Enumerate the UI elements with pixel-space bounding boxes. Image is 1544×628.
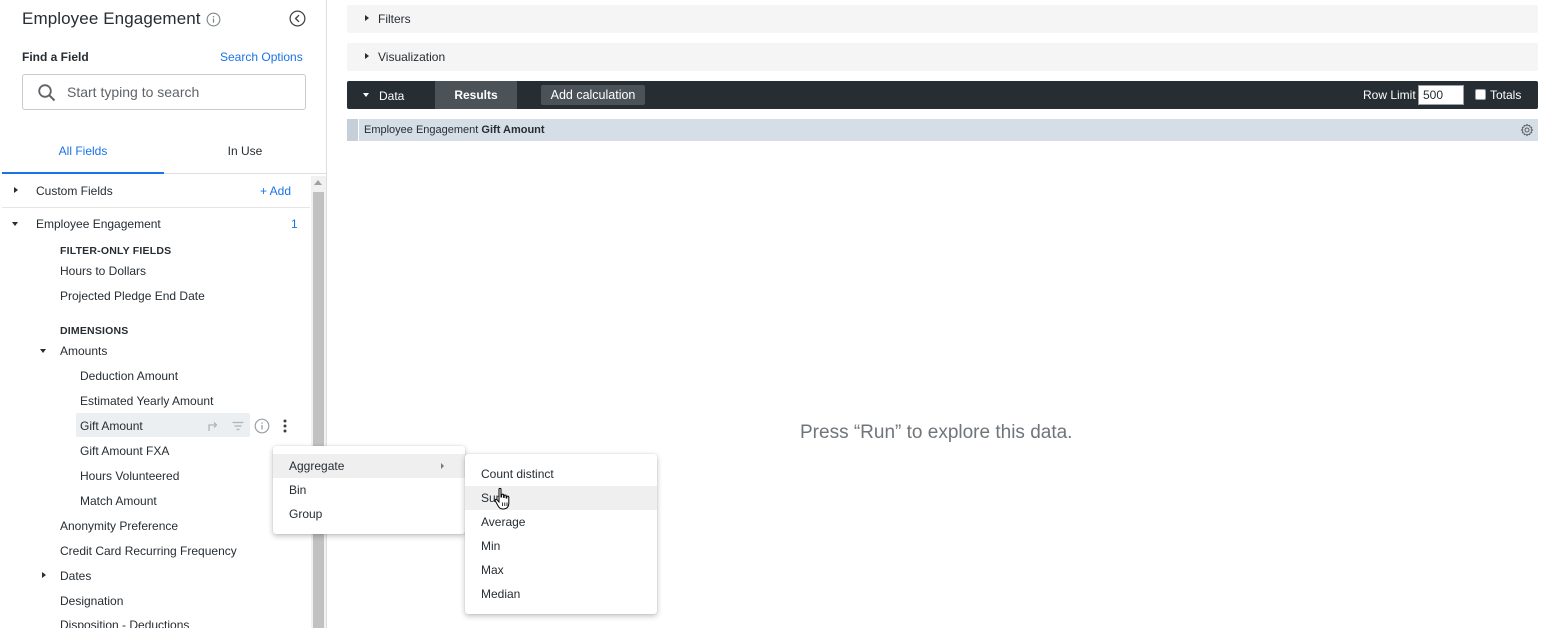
field-projected-pledge-end-date[interactable]: Projected Pledge End Date	[60, 289, 205, 303]
filters-section[interactable]: Filters	[347, 5, 1538, 33]
field-deduction-amount[interactable]: Deduction Amount	[80, 369, 178, 383]
find-field-label: Find a Field	[22, 50, 89, 64]
results-column-header[interactable]: Employee Engagement Gift Amount	[347, 119, 1538, 141]
menu-item-average[interactable]: Average	[465, 510, 657, 534]
expand-filters-icon	[365, 15, 369, 21]
field-designation[interactable]: Designation	[60, 594, 123, 608]
collapse-sidebar-icon[interactable]	[289, 10, 306, 27]
field-credit-card-recurring-frequency[interactable]: Credit Card Recurring Frequency	[60, 544, 237, 558]
custom-fields-group[interactable]: Custom Fields	[36, 184, 113, 198]
view-group-employee-engagement[interactable]: Employee Engagement	[36, 217, 161, 231]
collapse-data-icon[interactable]	[363, 93, 369, 97]
menu-item-max[interactable]: Max	[465, 558, 657, 582]
group-dates[interactable]: Dates	[60, 569, 91, 583]
sidebar-scroll-thumb[interactable]	[313, 192, 324, 628]
add-custom-field-button[interactable]: + Add	[260, 184, 291, 198]
view-selected-count: 1	[291, 217, 298, 231]
empty-results-message: Press “Run” to explore this data.	[800, 422, 1073, 443]
field-gift-amount[interactable]: Gift Amount	[80, 419, 143, 433]
field-search-box	[22, 74, 306, 110]
search-icon	[38, 84, 56, 102]
gear-icon[interactable]	[1520, 123, 1534, 137]
totals-label: Totals	[1490, 88, 1522, 102]
menu-item-sum[interactable]: Sum	[465, 486, 657, 510]
filter-icon[interactable]	[231, 419, 245, 433]
menu-item-count-distinct[interactable]: Count distinct	[465, 462, 657, 486]
submenu-arrow-icon	[441, 463, 444, 469]
more-options-icon[interactable]	[282, 418, 288, 434]
tab-in-use[interactable]: In Use	[164, 130, 326, 174]
visualization-label: Visualization	[378, 50, 446, 64]
divider	[2, 207, 310, 208]
pivot-icon[interactable]	[206, 419, 220, 433]
expand-dates-icon[interactable]	[42, 572, 46, 578]
field-gift-amount-fxa[interactable]: Gift Amount FXA	[80, 444, 169, 458]
data-label[interactable]: Data	[379, 89, 404, 103]
collapse-amounts-icon[interactable]	[40, 349, 46, 353]
row-limit-input[interactable]	[1418, 85, 1464, 105]
field-hours-volunteered[interactable]: Hours Volunteered	[80, 469, 179, 483]
tab-all-fields[interactable]: All Fields	[2, 130, 164, 174]
row-number-column-header	[347, 119, 359, 141]
filters-label: Filters	[378, 12, 411, 26]
totals-checkbox[interactable]	[1475, 89, 1486, 100]
expand-custom-fields-icon[interactable]	[14, 187, 18, 193]
field-info-icon[interactable]	[254, 418, 270, 434]
search-options-link[interactable]: Search Options	[220, 50, 303, 64]
aggregate-submenu: Count distinct Sum Average Min Max Media…	[465, 454, 657, 614]
add-calculation-button[interactable]: Add calculation	[541, 85, 645, 105]
dimensions-header: DIMENSIONS	[60, 325, 129, 337]
column-view-name: Employee Engagement	[364, 124, 479, 136]
menu-item-aggregate-label: Aggregate	[289, 459, 345, 473]
field-estimated-yearly-amount[interactable]: Estimated Yearly Amount	[80, 394, 213, 408]
data-section-bar: Data Results Add calculation Row Limit T…	[347, 81, 1538, 109]
field-search-input[interactable]	[67, 81, 297, 103]
collapse-view-icon[interactable]	[12, 222, 18, 226]
visualization-section[interactable]: Visualization	[347, 43, 1538, 71]
menu-item-median[interactable]: Median	[465, 582, 657, 606]
menu-item-group[interactable]: Group	[273, 502, 465, 526]
field-context-menu: Aggregate Bin Group	[273, 446, 465, 534]
field-match-amount[interactable]: Match Amount	[80, 494, 157, 508]
expand-visualization-icon	[365, 53, 369, 59]
field-anonymity-preference[interactable]: Anonymity Preference	[60, 519, 178, 533]
field-disposition-deductions[interactable]: Disposition - Deductions	[60, 618, 189, 628]
field-hours-to-dollars[interactable]: Hours to Dollars	[60, 264, 146, 278]
menu-item-min[interactable]: Min	[465, 534, 657, 558]
column-header-label: Employee Engagement Gift Amount	[364, 124, 545, 136]
info-icon[interactable]	[206, 12, 221, 27]
group-amounts[interactable]: Amounts	[60, 344, 107, 358]
explore-title: Employee Engagement	[22, 9, 201, 28]
column-field-name: Gift Amount	[481, 124, 545, 136]
menu-item-aggregate[interactable]: Aggregate	[273, 454, 465, 478]
field-tabs: All Fields In Use	[2, 130, 326, 174]
filter-only-fields-header: FILTER-ONLY FIELDS	[60, 245, 172, 257]
row-limit-label: Row Limit	[1363, 88, 1416, 102]
menu-item-bin[interactable]: Bin	[273, 478, 465, 502]
tab-results[interactable]: Results	[435, 81, 517, 109]
scroll-up-arrow-icon[interactable]	[314, 180, 322, 185]
